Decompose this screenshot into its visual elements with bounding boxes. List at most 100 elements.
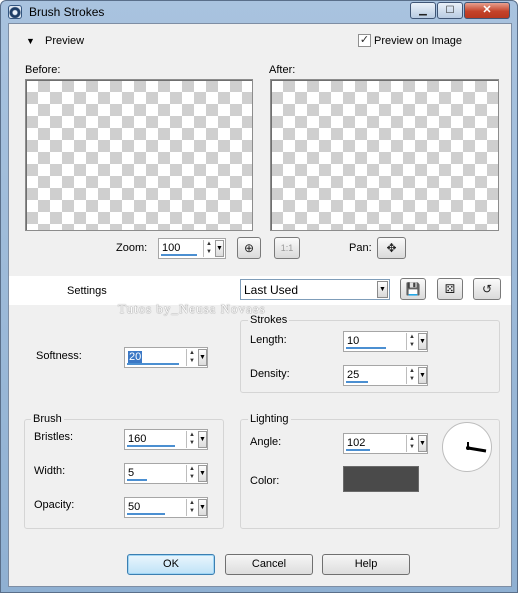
bristles-underline [127, 445, 175, 447]
length-input[interactable]: 10 ▲ ▼ ▼ [343, 331, 428, 352]
density-label: Density: [250, 368, 290, 380]
spin-down-icon[interactable]: ▼ [187, 473, 197, 481]
after-label: After: [269, 64, 296, 76]
after-preview-canvas[interactable] [270, 79, 499, 231]
zoom-value: 100 [162, 242, 181, 254]
bristles-dropdown-arrow-icon[interactable]: ▼ [198, 431, 207, 448]
zoom-input[interactable]: 100 ▲ ▼ ▼ [158, 238, 226, 259]
softness-spinner[interactable]: ▲ ▼ [186, 349, 197, 366]
spin-down-icon[interactable]: ▼ [407, 341, 417, 349]
preset-value: Last Used [244, 283, 299, 297]
softness-value: 20 [128, 351, 143, 363]
softness-label: Softness: [36, 350, 82, 362]
zoom-fit-button[interactable]: ⊕ [237, 237, 261, 259]
spin-up-icon[interactable]: ▲ [187, 431, 197, 439]
opacity-label: Opacity: [34, 499, 75, 511]
spin-up-icon[interactable]: ▲ [407, 333, 417, 341]
minimize-button[interactable]: ▁ [410, 2, 436, 19]
spin-up-icon[interactable]: ▲ [407, 435, 417, 443]
actual-size-button[interactable]: 1:1 [274, 237, 300, 259]
title-bar[interactable]: Brush Strokes ▁ ☐ ✕ [1, 1, 518, 23]
bristles-spinner[interactable]: ▲ ▼ [186, 431, 197, 448]
save-preset-icon[interactable]: 💾 [400, 278, 426, 300]
opacity-input[interactable]: 50 ▲ ▼ ▼ [124, 497, 208, 518]
spin-down-icon[interactable]: ▼ [204, 248, 214, 256]
before-preview-canvas[interactable] [25, 79, 253, 231]
zoom-underline [161, 254, 197, 256]
spin-down-icon[interactable]: ▼ [187, 439, 197, 447]
angle-dropdown-arrow-icon[interactable]: ▼ [418, 435, 427, 452]
spin-down-icon[interactable]: ▼ [187, 357, 197, 365]
collapse-triangle-icon[interactable]: ▼ [26, 36, 35, 46]
bristles-label: Bristles: [34, 431, 74, 443]
before-label: Before: [25, 64, 61, 76]
density-underline [346, 381, 368, 383]
strokes-group-title: Strokes [248, 314, 290, 326]
window-title: Brush Strokes [29, 5, 105, 19]
lighting-color-swatch[interactable] [343, 466, 419, 492]
width-spinner[interactable]: ▲ ▼ [186, 465, 197, 482]
maximize-button[interactable]: ☐ [437, 2, 463, 19]
zoom-dropdown-arrow-icon[interactable]: ▼ [215, 240, 224, 257]
density-value: 25 [347, 369, 360, 381]
lighting-group-title: Lighting [248, 413, 291, 425]
width-label: Width: [34, 465, 66, 477]
opacity-underline [127, 513, 165, 515]
width-input[interactable]: 5 ▲ ▼ ▼ [124, 463, 208, 484]
opacity-spinner[interactable]: ▲ ▼ [186, 499, 197, 516]
softness-dropdown-arrow-icon[interactable]: ▼ [198, 349, 207, 366]
ok-button[interactable]: OK [127, 554, 215, 575]
spin-up-icon[interactable]: ▲ [187, 349, 197, 357]
length-dropdown-arrow-icon[interactable]: ▼ [418, 333, 427, 350]
softness-underline [127, 363, 179, 365]
preview-toggle-label[interactable]: Preview [45, 35, 84, 47]
angle-label: Angle: [250, 436, 282, 448]
dialog-client-area: ▼ Preview ✓ Preview on Image Before: Aft… [8, 23, 512, 587]
preset-dropdown[interactable]: Last Used ▼ [240, 279, 390, 300]
close-button[interactable]: ✕ [464, 2, 510, 19]
spin-up-icon[interactable]: ▲ [407, 367, 417, 375]
zoom-spinner[interactable]: ▲ ▼ [203, 240, 214, 257]
length-label: Length: [250, 334, 287, 346]
pan-move-button[interactable]: ✥ [377, 237, 406, 259]
length-value: 10 [347, 335, 360, 347]
spin-down-icon[interactable]: ▼ [187, 507, 197, 515]
bristles-value: 160 [128, 433, 147, 445]
length-spinner[interactable]: ▲ ▼ [406, 333, 417, 350]
opacity-dropdown-arrow-icon[interactable]: ▼ [198, 499, 207, 516]
help-button[interactable]: Help [322, 554, 410, 575]
settings-label: Settings [67, 285, 107, 297]
cancel-button[interactable]: Cancel [225, 554, 313, 575]
preview-on-image-checkbox[interactable]: ✓ [358, 34, 371, 47]
brush-strokes-window: Brush Strokes ▁ ☐ ✕ ▼ Preview ✓ Preview … [0, 0, 518, 593]
width-dropdown-arrow-icon[interactable]: ▼ [198, 465, 207, 482]
zoom-label: Zoom: [116, 242, 148, 254]
preview-on-image-label: Preview on Image [374, 35, 463, 47]
brush-group-title: Brush [31, 413, 64, 425]
angle-underline [346, 449, 370, 451]
density-dropdown-arrow-icon[interactable]: ▼ [418, 367, 427, 384]
randomize-dice-icon[interactable]: ⚄ [437, 278, 463, 300]
angle-spinner[interactable]: ▲ ▼ [406, 435, 417, 452]
width-value: 5 [128, 467, 135, 479]
angle-value: 102 [347, 437, 366, 449]
bristles-input[interactable]: 160 ▲ ▼ ▼ [124, 429, 208, 450]
width-underline [127, 479, 147, 481]
spin-up-icon[interactable]: ▲ [187, 499, 197, 507]
spin-down-icon[interactable]: ▼ [407, 375, 417, 383]
density-spinner[interactable]: ▲ ▼ [406, 367, 417, 384]
angle-dial-needle-icon [466, 442, 487, 453]
density-input[interactable]: 25 ▲ ▼ ▼ [343, 365, 428, 386]
spin-up-icon[interactable]: ▲ [187, 465, 197, 473]
angle-dial[interactable] [442, 422, 492, 472]
softness-input[interactable]: 20 ▲ ▼ ▼ [124, 347, 208, 368]
pan-label: Pan: [349, 242, 372, 254]
color-label: Color: [250, 475, 280, 487]
preset-dropdown-arrow-icon[interactable]: ▼ [377, 281, 388, 298]
spin-down-icon[interactable]: ▼ [407, 443, 417, 451]
reset-defaults-icon[interactable]: ↺ [473, 278, 501, 300]
angle-input[interactable]: 102 ▲ ▼ ▼ [343, 433, 428, 454]
length-underline [346, 347, 386, 349]
opacity-value: 50 [128, 501, 141, 513]
spin-up-icon[interactable]: ▲ [204, 240, 214, 248]
